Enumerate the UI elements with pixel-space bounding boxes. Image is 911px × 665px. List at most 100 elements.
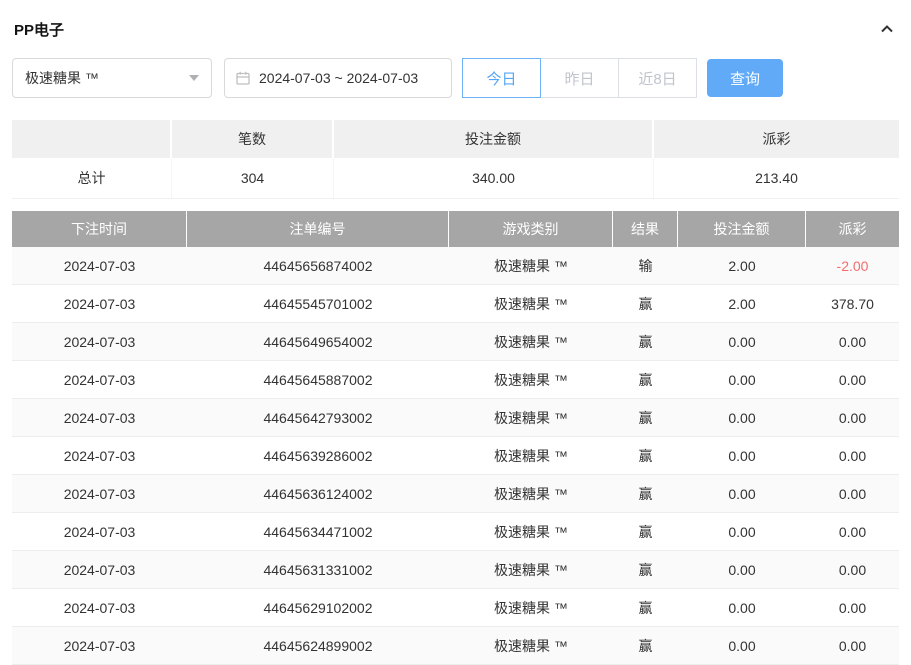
page-title: PP电子	[14, 19, 64, 40]
cell-bet-id: 44645624899002	[187, 627, 449, 664]
cell-bet-time: 2024-07-03	[12, 551, 187, 588]
cell-payout: 0.00	[806, 361, 899, 398]
cell-bet-amount: 2.00	[678, 247, 806, 284]
cell-bet-time: 2024-07-03	[12, 399, 187, 436]
cell-bet-id: 44645545701002	[187, 285, 449, 322]
summary-total-bet-amount: 340.00	[334, 158, 654, 198]
cell-bet-time: 2024-07-03	[12, 437, 187, 474]
quick-button-today[interactable]: 今日	[462, 58, 541, 98]
cell-bet-time: 2024-07-03	[12, 285, 187, 322]
cell-payout: 0.00	[806, 399, 899, 436]
table-row: 2024-07-03 44645645887002 极速糖果 ™ 赢 0.00 …	[12, 361, 899, 399]
summary-table: 笔数 投注金额 派彩 总计 304 340.00 213.40	[12, 120, 899, 199]
cell-result: 赢	[613, 437, 678, 474]
col-header-bet-id: 注单编号	[187, 211, 449, 247]
cell-bet-id: 44645634471002	[187, 513, 449, 550]
table-row: 2024-07-03 44645634471002 极速糖果 ™ 赢 0.00 …	[12, 513, 899, 551]
summary-header-payout: 派彩	[654, 120, 899, 158]
cell-payout: 0.00	[806, 551, 899, 588]
quick-button-yesterday[interactable]: 昨日	[540, 58, 619, 98]
summary-header-row: 笔数 投注金额 派彩	[12, 120, 899, 158]
cell-bet-time: 2024-07-03	[12, 627, 187, 664]
table-row: 2024-07-03 44645639286002 极速糖果 ™ 赢 0.00 …	[12, 437, 899, 475]
table-row: 2024-07-03 44645624899002 极速糖果 ™ 赢 0.00 …	[12, 627, 899, 665]
records-table: 下注时间 注单编号 游戏类别 结果 投注金额 派彩 2024-07-03 446…	[12, 211, 899, 665]
cell-payout: 0.00	[806, 627, 899, 664]
table-body: 2024-07-03 44645656874002 极速糖果 ™ 输 2.00 …	[12, 247, 899, 665]
cell-result: 赢	[613, 627, 678, 664]
cell-bet-id: 44645645887002	[187, 361, 449, 398]
cell-result: 赢	[613, 399, 678, 436]
table-row: 2024-07-03 44645636124002 极速糖果 ™ 赢 0.00 …	[12, 475, 899, 513]
cell-bet-amount: 0.00	[678, 475, 806, 512]
chevron-down-icon	[189, 75, 199, 81]
cell-bet-amount: 2.00	[678, 285, 806, 322]
cell-payout: 0.00	[806, 437, 899, 474]
cell-result: 赢	[613, 513, 678, 550]
cell-game-type: 极速糖果 ™	[449, 285, 613, 322]
cell-bet-time: 2024-07-03	[12, 247, 187, 284]
summary-header-bet-amount: 投注金额	[334, 120, 654, 158]
cell-game-type: 极速糖果 ™	[449, 513, 613, 550]
cell-game-type: 极速糖果 ™	[449, 551, 613, 588]
summary-header-blank	[12, 120, 172, 158]
filter-bar: 极速糖果 ™ 2024-07-03 ~ 2024-07-03 今日 昨日 近8日…	[12, 58, 899, 98]
cell-result: 赢	[613, 589, 678, 626]
date-range-value: 2024-07-03 ~ 2024-07-03	[259, 70, 418, 86]
cell-bet-time: 2024-07-03	[12, 475, 187, 512]
cell-payout: 378.70	[806, 285, 899, 322]
table-row: 2024-07-03 44645545701002 极速糖果 ™ 赢 2.00 …	[12, 285, 899, 323]
table-row: 2024-07-03 44645649654002 极速糖果 ™ 赢 0.00 …	[12, 323, 899, 361]
calendar-icon	[235, 70, 251, 86]
panel-header: PP电子	[0, 0, 911, 58]
cell-result: 赢	[613, 285, 678, 322]
cell-result: 赢	[613, 551, 678, 588]
cell-payout: 0.00	[806, 323, 899, 360]
cell-bet-time: 2024-07-03	[12, 323, 187, 360]
col-header-bet-time: 下注时间	[12, 211, 187, 247]
summary-total-label: 总计	[12, 158, 172, 198]
cell-game-type: 极速糖果 ™	[449, 627, 613, 664]
cell-bet-id: 44645631331002	[187, 551, 449, 588]
summary-total-payout: 213.40	[654, 158, 899, 198]
cell-bet-time: 2024-07-03	[12, 589, 187, 626]
cell-bet-amount: 0.00	[678, 399, 806, 436]
table-row: 2024-07-03 44645629102002 极速糖果 ™ 赢 0.00 …	[12, 589, 899, 627]
cell-game-type: 极速糖果 ™	[449, 247, 613, 284]
cell-bet-amount: 0.00	[678, 589, 806, 626]
date-range-picker[interactable]: 2024-07-03 ~ 2024-07-03	[224, 58, 452, 98]
col-header-game-type: 游戏类别	[449, 211, 613, 247]
cell-bet-id: 44645642793002	[187, 399, 449, 436]
cell-bet-id: 44645636124002	[187, 475, 449, 512]
cell-game-type: 极速糖果 ™	[449, 437, 613, 474]
col-header-result: 结果	[613, 211, 678, 247]
col-header-bet-amount: 投注金额	[678, 211, 806, 247]
cell-payout: 0.00	[806, 589, 899, 626]
cell-bet-id: 44645656874002	[187, 247, 449, 284]
cell-game-type: 极速糖果 ™	[449, 361, 613, 398]
cell-bet-amount: 0.00	[678, 627, 806, 664]
cell-result: 赢	[613, 323, 678, 360]
cell-bet-time: 2024-07-03	[12, 513, 187, 550]
table-row: 2024-07-03 44645631331002 极速糖果 ™ 赢 0.00 …	[12, 551, 899, 589]
collapse-chevron-icon[interactable]	[879, 21, 895, 37]
records-header-row: 下注时间 注单编号 游戏类别 结果 投注金额 派彩	[12, 211, 899, 247]
game-select[interactable]: 极速糖果 ™	[12, 58, 212, 98]
col-header-payout: 派彩	[806, 211, 899, 247]
cell-bet-id: 44645639286002	[187, 437, 449, 474]
cell-bet-amount: 0.00	[678, 361, 806, 398]
table-row: 2024-07-03 44645642793002 极速糖果 ™ 赢 0.00 …	[12, 399, 899, 437]
cell-result: 赢	[613, 475, 678, 512]
game-select-value: 极速糖果 ™	[25, 68, 99, 88]
summary-total-count: 304	[172, 158, 334, 198]
cell-payout: 0.00	[806, 475, 899, 512]
query-button[interactable]: 查询	[707, 59, 783, 97]
summary-header-count: 笔数	[172, 120, 334, 158]
quick-button-last8days[interactable]: 近8日	[618, 58, 697, 98]
cell-game-type: 极速糖果 ™	[449, 399, 613, 436]
cell-bet-time: 2024-07-03	[12, 361, 187, 398]
cell-bet-id: 44645629102002	[187, 589, 449, 626]
cell-game-type: 极速糖果 ™	[449, 589, 613, 626]
cell-bet-amount: 0.00	[678, 323, 806, 360]
cell-bet-amount: 0.00	[678, 551, 806, 588]
